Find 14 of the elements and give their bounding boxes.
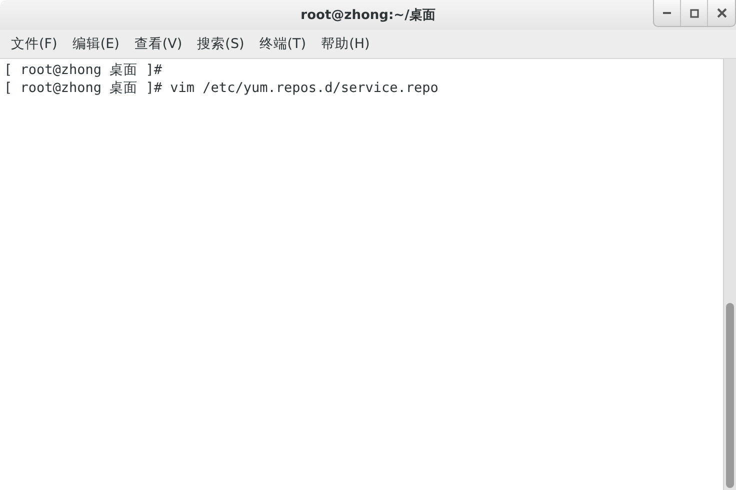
menu-item[interactable]: 查看(V): [127, 35, 190, 53]
scrollbar-thumb[interactable]: [726, 303, 734, 488]
menu-item[interactable]: 帮助(H): [314, 35, 377, 53]
close-icon: [716, 8, 726, 18]
menu-item[interactable]: 终端(T): [252, 35, 314, 53]
menu-item[interactable]: 文件(F): [4, 35, 64, 53]
menu-item[interactable]: 搜索(S): [190, 35, 252, 53]
maximize-icon: [690, 8, 698, 18]
terminal-line: [ root@zhong 桌面 ]# vim /etc/yum.repos.d/service.repo: [4, 79, 438, 97]
terminal-line: [ root@zhong 桌面 ]#: [4, 61, 164, 79]
window-title: root@zhong:~/桌面: [300, 7, 436, 24]
menu-item[interactable]: 编辑(E): [65, 35, 126, 53]
scrollbar[interactable]: [723, 59, 736, 490]
minimize-icon: [663, 12, 671, 14]
